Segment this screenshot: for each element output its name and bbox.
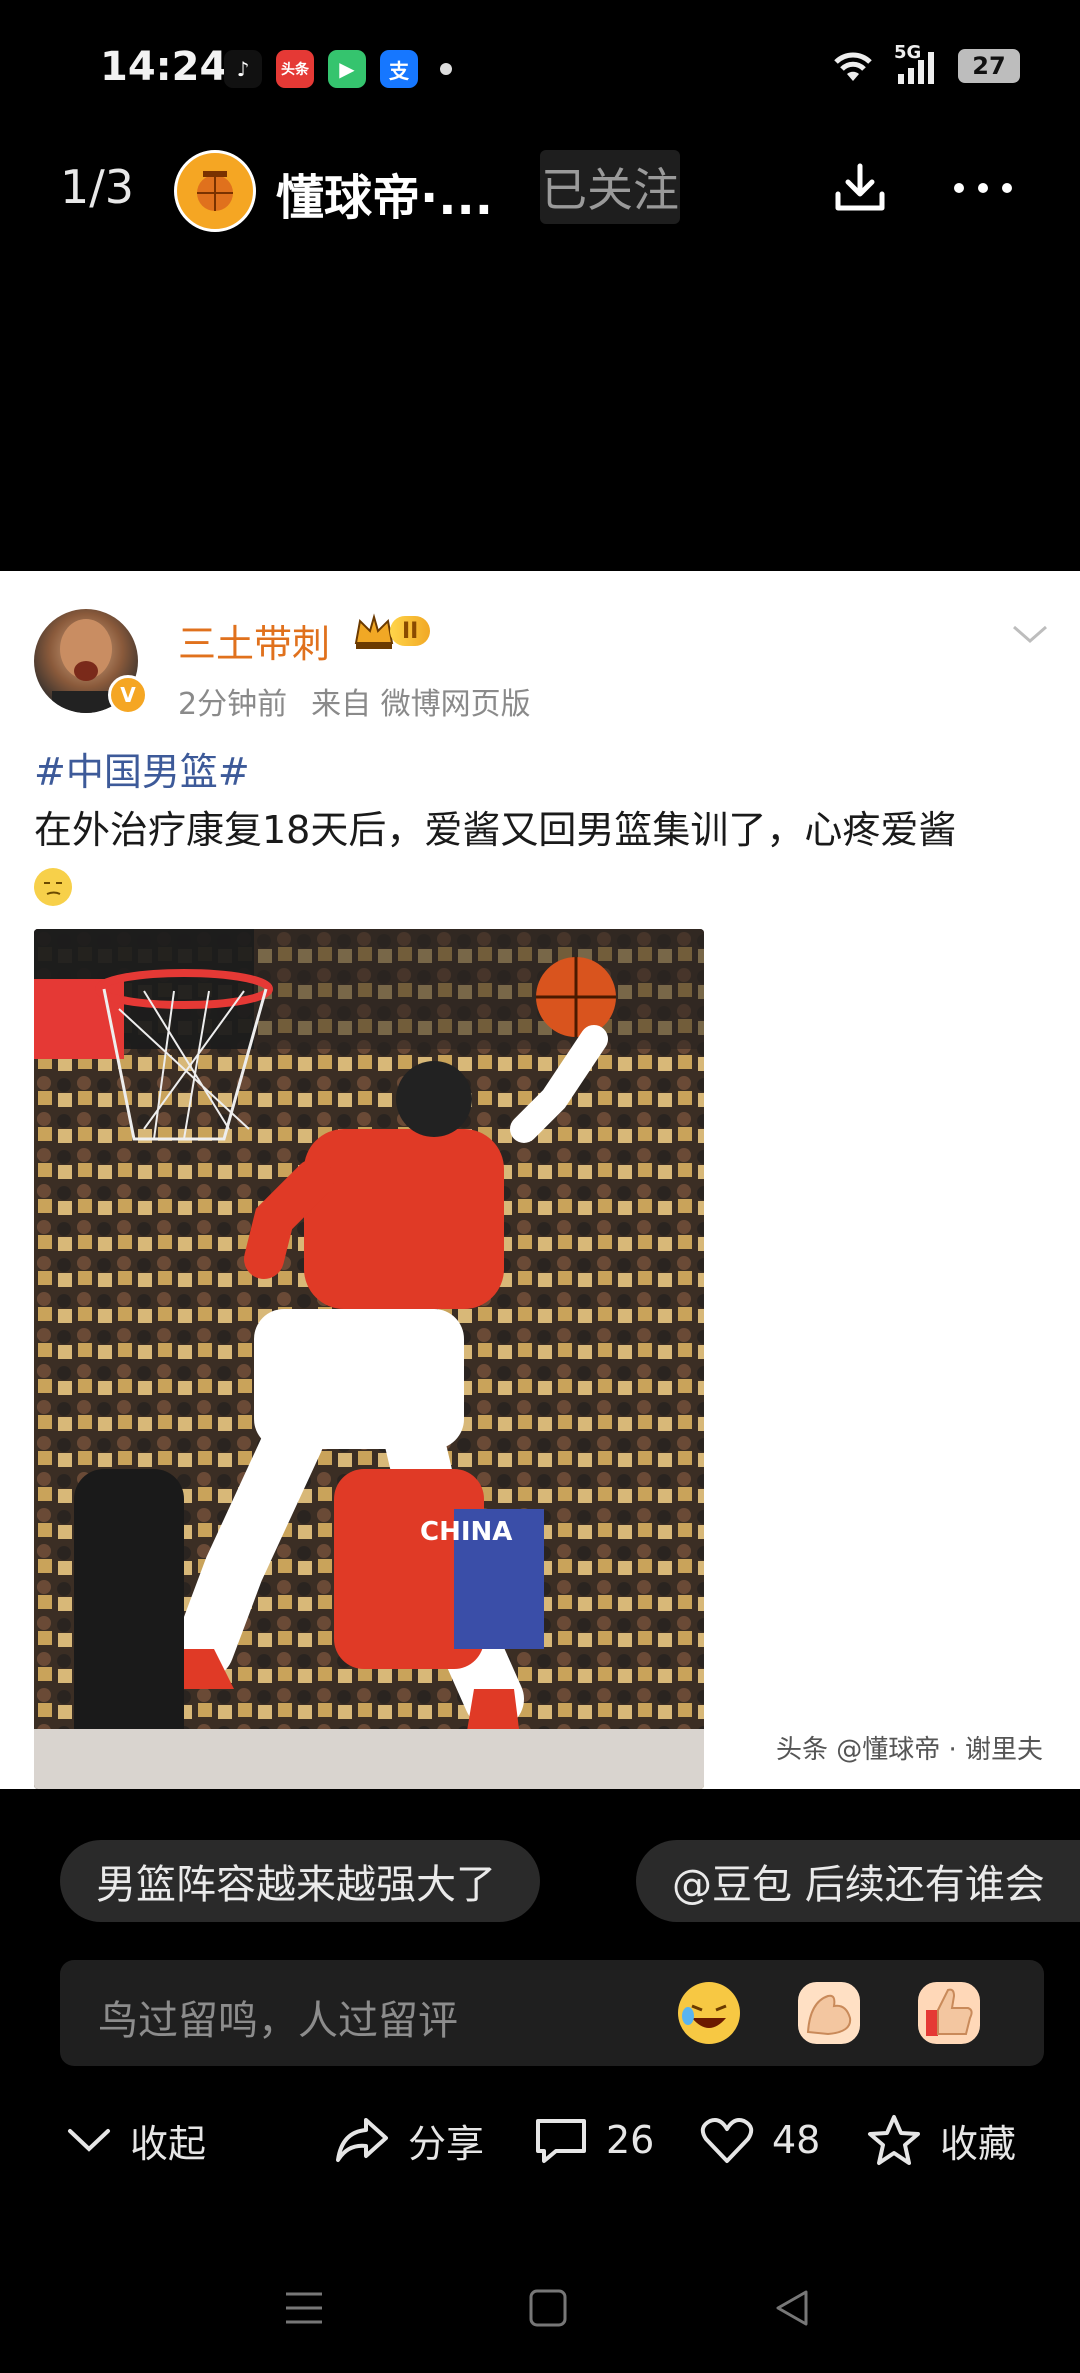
thumbs-up-emoji-icon[interactable] [918,1982,980,2044]
system-indicators: 5G 27 [828,42,1020,86]
star-icon [868,2115,920,2165]
topic-hashtag[interactable]: #中国男篮# [34,741,250,796]
wifi-icon [834,52,872,81]
laughing-emoji-icon[interactable] [678,1982,740,2044]
chevron-down-icon [68,2129,110,2152]
rank-label: II [390,616,431,646]
comment-input[interactable]: 鸟过留鸣，人过留评 [60,1960,1044,2066]
more-options-button[interactable] [948,150,1018,226]
collapse-button[interactable]: 收起 [66,2100,206,2180]
post-time: 2分钟前 [178,687,288,722]
post-body: 在外治疗康复18天后，爱酱又回男篮集训了，心疼爱酱 [34,803,1044,911]
more-icon [954,183,1012,193]
post-text: 在外治疗康复18天后，爱酱又回男篮集训了，心疼爱酱 [34,808,957,852]
comment-count: 26 [606,2118,655,2162]
account-avatar[interactable] [174,150,256,232]
status-bar: 14:24 ♪ 头条 ▶ 支 5G 27 [0,0,1080,140]
basketball-logo-icon [197,171,233,211]
top-header: 1/3 懂球帝·... 已关注 [0,140,1080,250]
image-watermark: 头条 @懂球帝 · 谢里夫 [776,1735,1044,1765]
basketball-dunk-illustration [34,929,704,1789]
collapse-label: 收起 [130,2121,207,2166]
system-nav-bar [0,2250,1080,2360]
post-card[interactable]: V 三土带刺 II 2分钟前 来自 微博网页版 #中国男篮# 在外治疗康复18天后… [0,571,1080,1789]
square-icon [529,2289,567,2327]
alipay-icon: 支 [380,50,418,88]
favorite-label: 收藏 [940,2121,1017,2166]
suggestion-chip[interactable]: 男篮阵容越来越强大了 [60,1840,540,1922]
download-button[interactable] [828,150,892,226]
post-source: 来自 微博网页版 [311,687,531,722]
follow-button[interactable]: 已关注 [540,150,680,224]
action-bar: 收起 分享 26 48 收藏 [0,2100,1080,2180]
flexed-biceps-emoji-icon[interactable] [798,1982,860,2044]
notification-icons: ♪ 头条 ▶ 支 [224,50,452,88]
like-button[interactable]: 48 [700,2100,820,2180]
smirk-emoji-icon [34,867,72,906]
recent-apps-button[interactable] [276,2280,332,2336]
comment-placeholder: 鸟过留鸣，人过留评 [98,1998,458,2044]
favorite-button[interactable]: 收藏 [866,2100,1016,2180]
jersey-text: CHINA [420,1517,513,1547]
verified-badge-icon: V [108,675,148,715]
post-photo[interactable]: CHINA [34,929,704,1789]
tiktok-icon: ♪ [224,50,262,88]
toutiao-icon: 头条 [276,50,314,88]
page-indicator: 1/3 [60,160,135,214]
share-label: 分享 [408,2121,485,2166]
suggestion-chip[interactable]: @豆包 后续还有谁会 [636,1840,1080,1922]
home-button[interactable] [520,2280,576,2336]
chevron-down-icon [1013,625,1047,643]
menu-icon [286,2292,322,2324]
share-icon [336,2118,388,2162]
heart-icon [700,2118,754,2163]
clock: 14:24 [100,44,228,90]
comment-icon [536,2119,586,2163]
download-icon [835,163,885,211]
share-button[interactable]: 分享 [334,2100,484,2180]
comment-button[interactable]: 26 [534,2100,654,2180]
signal-icon: 5G [894,42,942,86]
author-name[interactable]: 三土带刺 [178,613,330,668]
post-meta: 2分钟前 来自 微博网页版 [178,679,531,723]
battery-icon: 27 [958,49,1020,83]
video-app-icon: ▶ [328,50,366,88]
more-notifications-dot [440,63,452,75]
back-button[interactable] [764,2280,820,2336]
like-count: 48 [772,2118,821,2162]
account-name[interactable]: 懂球帝·... [276,158,493,228]
post-menu-button[interactable] [1010,619,1050,649]
member-badge[interactable]: II [352,611,431,651]
back-triangle-icon [776,2290,808,2326]
